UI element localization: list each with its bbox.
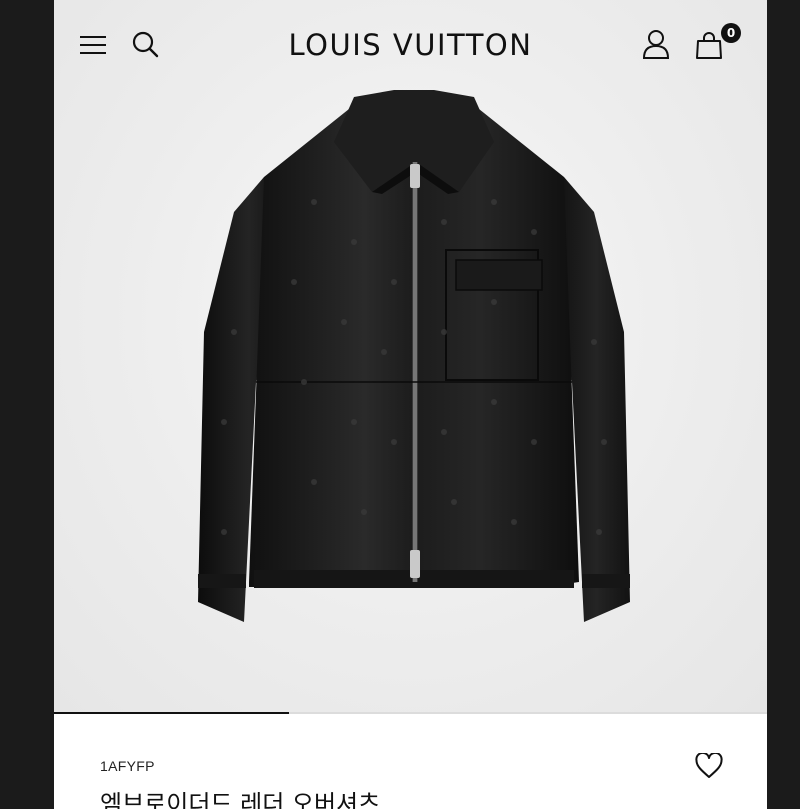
product-gallery[interactable] [54,0,767,712]
bag-count-badge: 0 [721,23,741,43]
heart-icon [695,753,723,778]
app-frame: LOUIS VUITTON 0 1AFYFP 엠브로이더드 레더 오버셔츠 [0,0,800,809]
product-info: 1AFYFP 엠브로이더드 레더 오버셔츠 [54,714,767,809]
menu-button[interactable] [78,30,108,60]
user-icon [642,30,670,59]
product-image [198,90,630,622]
site-header: LOUIS VUITTON 0 [54,0,767,90]
search-icon [132,31,159,58]
search-button[interactable] [130,29,160,59]
brand-logo[interactable]: LOUIS VUITTON [254,26,567,64]
shopping-bag-icon [696,32,722,59]
product-page: LOUIS VUITTON 0 1AFYFP 엠브로이더드 레더 오버셔츠 [54,0,767,809]
hamburger-menu-icon [80,36,106,54]
account-button[interactable] [640,28,672,60]
wishlist-button[interactable] [692,750,726,782]
product-sku: 1AFYFP [100,758,155,774]
product-title: 엠브로이더드 레더 오버셔츠 [100,790,381,809]
